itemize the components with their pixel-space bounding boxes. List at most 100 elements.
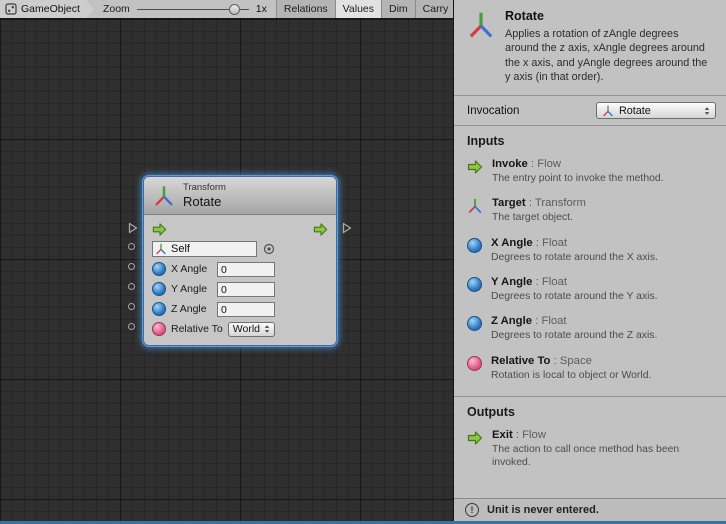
zoom-value: 1x bbox=[256, 3, 267, 15]
x-angle-input[interactable]: 0 bbox=[217, 262, 275, 277]
transform-icon bbox=[467, 11, 495, 39]
tab-carry[interactable]: Carry bbox=[415, 0, 457, 18]
input-item-x-angle: X Angle : Float Degrees to rotate around… bbox=[454, 232, 726, 271]
invoke-arrow-icon[interactable] bbox=[152, 222, 167, 237]
self-row: Self bbox=[152, 240, 328, 258]
graph-canvas[interactable]: Transform Rotate Self bbox=[0, 19, 453, 524]
exit-arrow-icon[interactable] bbox=[313, 222, 328, 237]
breadcrumb-label: GameObject bbox=[21, 3, 80, 15]
port-description: Degrees to rotate around the Y axis. bbox=[491, 290, 658, 303]
x-angle-row: X Angle 0 bbox=[152, 260, 328, 278]
y-angle-label: Y Angle bbox=[171, 283, 217, 295]
z-angle-label: Z Angle bbox=[171, 303, 217, 315]
input-item-y-angle: Y Angle : Float Degrees to rotate around… bbox=[454, 271, 726, 310]
tab-dim[interactable]: Dim bbox=[381, 0, 415, 18]
node-title: Transform bbox=[183, 182, 226, 194]
float-ball-icon bbox=[467, 238, 482, 253]
outputs-section: Outputs Exit : Flow The action to call o… bbox=[454, 396, 726, 477]
updown-arrows-icon bbox=[264, 324, 270, 334]
port-description: Degrees to rotate around the X axis. bbox=[491, 251, 658, 264]
node-subtitle: Rotate bbox=[183, 194, 226, 209]
warning-text: Unit is never entered. bbox=[487, 504, 599, 516]
relative-to-row: Relative To World bbox=[152, 320, 328, 338]
warning-icon: ! bbox=[465, 503, 479, 517]
relative-to-port[interactable] bbox=[128, 323, 135, 330]
input-item-z-angle: Z Angle : Float Degrees to rotate around… bbox=[454, 310, 726, 349]
output-item-exit: Exit : Flow The action to call once meth… bbox=[454, 424, 726, 477]
flow-output-port[interactable] bbox=[342, 222, 352, 234]
transform-icon bbox=[467, 198, 483, 214]
flow-arrow-icon bbox=[467, 159, 483, 175]
flow-arrow-icon bbox=[467, 430, 483, 446]
port-description: The action to call once method has been … bbox=[492, 443, 712, 470]
port-type: Flow bbox=[537, 158, 561, 170]
port-description: Degrees to rotate around the Z axis. bbox=[491, 329, 657, 342]
inputs-header: Inputs bbox=[454, 126, 726, 153]
relative-to-dropdown[interactable]: World bbox=[228, 322, 275, 337]
x-angle-port[interactable] bbox=[128, 263, 135, 270]
input-item-relative-to: Relative To : Space Rotation is local to… bbox=[454, 350, 726, 389]
flow-input-port[interactable] bbox=[128, 222, 138, 234]
inspector-header: Rotate Applies a rotation of zAngle degr… bbox=[454, 0, 726, 96]
port-name: Y Angle bbox=[491, 276, 532, 288]
x-angle-label: X Angle bbox=[171, 263, 217, 275]
toolbar-tabs: Relations Values Dim Carry bbox=[276, 0, 456, 18]
zoom-slider-knob[interactable] bbox=[229, 4, 240, 15]
inspector-title: Rotate bbox=[505, 9, 713, 23]
node-body-container[interactable]: Transform Rotate Self bbox=[143, 176, 337, 346]
port-type: Float bbox=[541, 315, 566, 327]
node-header[interactable]: Transform Rotate bbox=[144, 177, 336, 215]
port-type: Flow bbox=[522, 429, 546, 441]
target-port[interactable] bbox=[128, 243, 135, 250]
inspector-header-text: Rotate Applies a rotation of zAngle degr… bbox=[505, 9, 713, 84]
self-field-value: Self bbox=[171, 243, 190, 255]
invocation-row: Invocation Rotate bbox=[454, 96, 726, 126]
inspector-panel: Rotate Applies a rotation of zAngle degr… bbox=[453, 0, 726, 524]
port-description: The target object. bbox=[492, 211, 586, 224]
zoom-slider[interactable] bbox=[137, 3, 249, 16]
y-angle-port[interactable] bbox=[128, 283, 135, 290]
flow-row bbox=[152, 220, 328, 238]
enum-ball-icon bbox=[467, 356, 482, 371]
z-angle-port[interactable] bbox=[128, 303, 135, 310]
port-name: Z Angle bbox=[491, 315, 532, 327]
y-angle-input[interactable]: 0 bbox=[217, 282, 275, 297]
port-type: Float bbox=[542, 237, 567, 249]
object-picker-icon[interactable] bbox=[263, 243, 275, 255]
transform-icon bbox=[153, 185, 175, 207]
breadcrumb[interactable]: GameObject bbox=[0, 0, 94, 18]
float-ball-icon bbox=[152, 282, 166, 296]
outputs-header: Outputs bbox=[454, 397, 726, 424]
relative-to-value: World bbox=[233, 323, 260, 335]
port-description: Rotation is local to object or World. bbox=[491, 369, 651, 382]
node-body: Self X Angle 0 Y Angle 0 bbox=[144, 215, 336, 345]
graph-toolbar: GameObject Zoom 1x Relations Values Dim … bbox=[0, 0, 453, 19]
invocation-dropdown[interactable]: Rotate bbox=[596, 102, 716, 119]
port-name: X Angle bbox=[491, 237, 533, 249]
bolt-graph-window: GameObject Zoom 1x Relations Values Dim … bbox=[0, 0, 726, 524]
relative-to-label: Relative To bbox=[171, 323, 223, 335]
port-name: Exit bbox=[492, 429, 513, 441]
node-titles: Transform Rotate bbox=[183, 182, 226, 209]
inspector-description: Applies a rotation of zAngle degrees aro… bbox=[505, 27, 713, 84]
z-angle-row: Z Angle 0 bbox=[152, 300, 328, 318]
port-type: Transform bbox=[535, 197, 586, 209]
updown-arrows-icon bbox=[704, 106, 710, 116]
port-name: Invoke bbox=[492, 158, 528, 170]
y-angle-row: Y Angle 0 bbox=[152, 280, 328, 298]
z-angle-input[interactable]: 0 bbox=[217, 302, 275, 317]
port-description: The entry point to invoke the method. bbox=[492, 172, 664, 185]
zoom-area: Zoom 1x bbox=[94, 0, 276, 18]
float-ball-icon bbox=[152, 302, 166, 316]
tab-values[interactable]: Values bbox=[335, 0, 381, 18]
transform-rotate-node[interactable]: Transform Rotate Self bbox=[143, 176, 337, 346]
self-field[interactable]: Self bbox=[152, 241, 257, 257]
float-ball-icon bbox=[467, 277, 482, 292]
enum-ball-icon bbox=[152, 322, 166, 336]
transform-icon bbox=[602, 105, 614, 117]
invocation-value: Rotate bbox=[619, 105, 699, 117]
tab-relations[interactable]: Relations bbox=[276, 0, 335, 18]
port-type: Space bbox=[560, 355, 592, 367]
invocation-label: Invocation bbox=[467, 105, 519, 117]
float-ball-icon bbox=[467, 316, 482, 331]
